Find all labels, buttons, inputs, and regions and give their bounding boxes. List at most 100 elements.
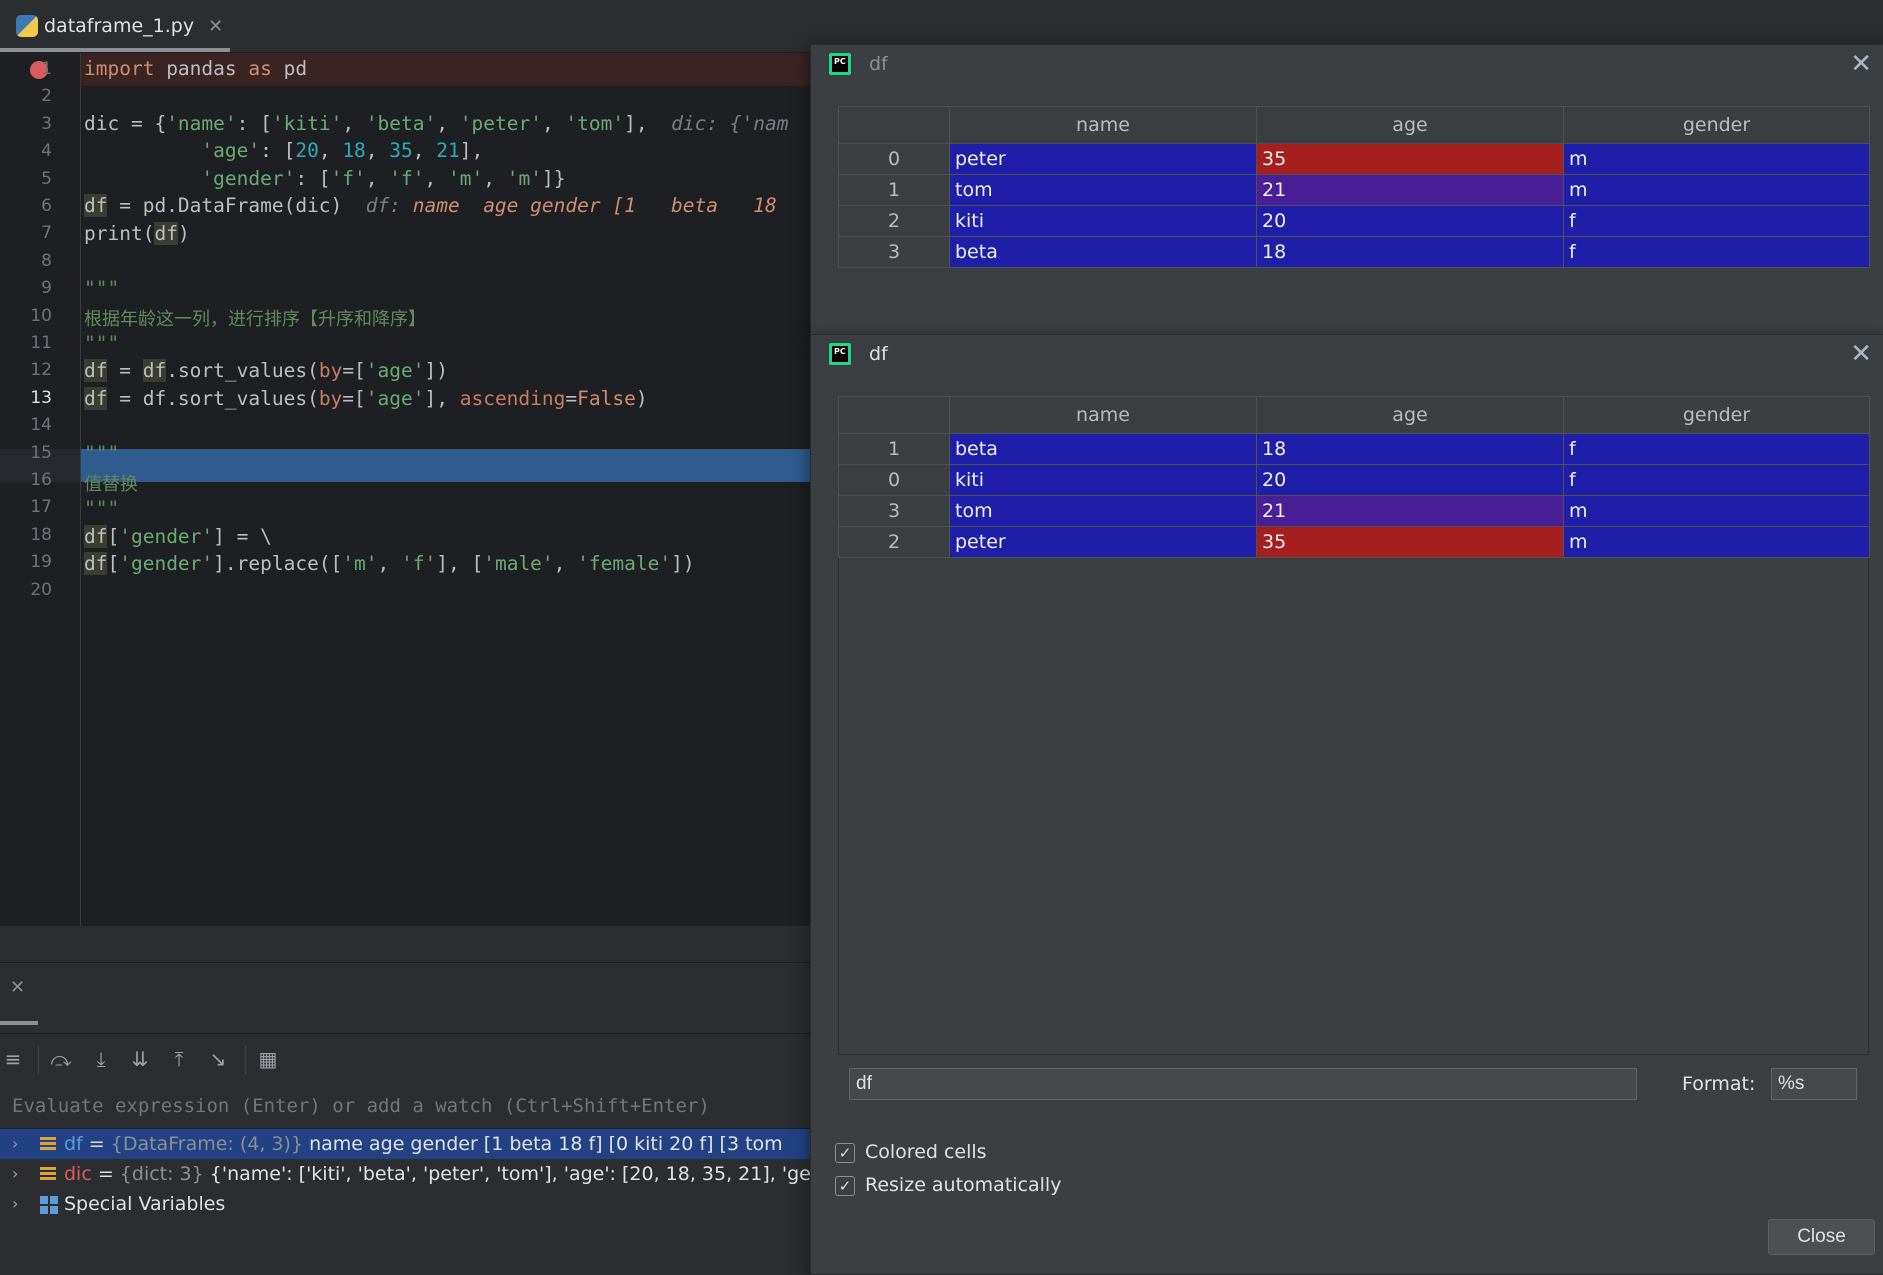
row-index[interactable]: 1	[838, 174, 950, 206]
step-into-my-code-icon[interactable]: ⇊	[127, 1046, 153, 1072]
row-index[interactable]: 3	[838, 495, 950, 527]
cell-gender[interactable]: f	[1563, 205, 1870, 237]
column-header[interactable]: gender	[1563, 396, 1870, 434]
dataframe-viewer-dialog: PC df ✕ name age gender 1 beta 18 f 0 kiti 20 f…	[810, 334, 1883, 1275]
close-icon[interactable]: ✕	[208, 16, 223, 37]
cell-gender[interactable]: m	[1563, 174, 1870, 206]
chevron-right-icon[interactable]: ›	[12, 1189, 18, 1219]
table-row[interactable]: 3 tom 21 m	[838, 495, 1870, 527]
cell-name[interactable]: peter	[949, 526, 1257, 558]
cell-age[interactable]: 35	[1256, 526, 1564, 558]
cell-age[interactable]: 21	[1256, 174, 1564, 206]
row-index[interactable]: 3	[838, 236, 950, 268]
column-header[interactable]: gender	[1563, 106, 1870, 144]
debug-tab-indicator	[0, 1021, 38, 1025]
table-row[interactable]: 0 peter 35 m	[838, 143, 1870, 175]
table-row[interactable]: 2 peter 35 m	[838, 526, 1870, 558]
format-label: Format:	[1682, 1073, 1756, 1095]
layout-icon[interactable]: ≡	[0, 1046, 26, 1072]
variable-row-special[interactable]: › Special Variables	[0, 1189, 810, 1219]
table-header-row: name age gender	[838, 106, 1870, 144]
expression-input[interactable]	[849, 1068, 1637, 1100]
step-over-icon[interactable]: ⤼	[48, 1046, 74, 1072]
cell-age[interactable]: 20	[1256, 205, 1564, 237]
close-button[interactable]: Close	[1768, 1219, 1875, 1255]
dataframe-table[interactable]: name age gender 1 beta 18 f 0 kiti 20 f 3 tom 21 m 2…	[838, 396, 1870, 558]
inline-hint-df-label: df:	[365, 194, 401, 217]
tab-dataframe-1[interactable]: dataframe_1.py ✕	[0, 0, 230, 52]
column-header[interactable]: name	[949, 106, 1257, 144]
variable-text: dic = {dict: 3} {'name': ['kiti', 'beta'…	[64, 1159, 810, 1189]
evaluate-expression-icon[interactable]: ▦	[255, 1046, 281, 1072]
variable-value: {'name': ['kiti', 'beta', 'peter', 'tom'…	[209, 1163, 810, 1185]
step-into-icon[interactable]: ⤓	[88, 1046, 114, 1072]
close-icon[interactable]: ✕	[10, 977, 25, 998]
cell-name[interactable]: beta	[949, 236, 1257, 268]
cell-name[interactable]: kiti	[949, 205, 1257, 237]
table-row[interactable]: 2 kiti 20 f	[838, 205, 1870, 237]
table-header-row: name age gender	[838, 396, 1870, 434]
cell-age[interactable]: 18	[1256, 433, 1564, 465]
chevron-right-icon[interactable]: ›	[12, 1159, 18, 1189]
cell-gender[interactable]: m	[1563, 526, 1870, 558]
debug-panel: ✕ ≡ ⤼ ⤓ ⇊ ⤒ ↘ ▦ › df = {DataFrame: (4, 3…	[0, 962, 810, 1274]
row-index[interactable]: 0	[838, 143, 950, 175]
cell-gender[interactable]: f	[1563, 464, 1870, 496]
column-header[interactable]: age	[1256, 396, 1564, 434]
run-to-cursor-icon[interactable]: ↘	[205, 1046, 231, 1072]
debug-toolbar: ≡ ⤼ ⤓ ⇊ ⤒ ↘ ▦	[0, 1033, 810, 1085]
code-line-11: """	[84, 332, 120, 355]
dataframe-icon	[40, 1137, 56, 1151]
line-number: 11	[30, 333, 52, 353]
line-number: 14	[30, 415, 52, 436]
code-editor[interactable]: 1 2 3 4 5 6 7 8 9 10 11 12 13 14 15 16 17 18 19 20 import p…	[0, 53, 810, 926]
line-number: 8	[41, 250, 52, 271]
cell-name[interactable]: peter	[949, 143, 1257, 175]
python-file-icon	[16, 15, 38, 37]
cell-age[interactable]: 20	[1256, 464, 1564, 496]
row-index[interactable]: 1	[838, 433, 950, 465]
line-number: 4	[41, 141, 52, 162]
table-row[interactable]: 1 tom 21 m	[838, 174, 1870, 206]
table-row[interactable]: 0 kiti 20 f	[838, 464, 1870, 496]
column-header[interactable]: name	[949, 396, 1257, 434]
variable-row-df[interactable]: › df = {DataFrame: (4, 3)} name age gend…	[0, 1129, 810, 1159]
cell-age[interactable]: 18	[1256, 236, 1564, 268]
cell-age[interactable]: 21	[1256, 495, 1564, 527]
line-number: 17	[30, 497, 52, 518]
step-out-icon[interactable]: ⤒	[166, 1046, 192, 1072]
colored-cells-checkbox[interactable]: ✓	[835, 1143, 855, 1163]
column-header[interactable]: age	[1256, 106, 1564, 144]
line-number: 3	[41, 113, 52, 134]
row-index[interactable]: 0	[838, 464, 950, 496]
cell-name[interactable]: beta	[949, 433, 1257, 465]
variable-name: df	[64, 1133, 83, 1155]
format-input[interactable]	[1771, 1068, 1857, 1100]
cell-name[interactable]: kiti	[949, 464, 1257, 496]
line-number: 12	[30, 360, 52, 381]
cell-name[interactable]: tom	[949, 174, 1257, 206]
cell-gender[interactable]: m	[1563, 143, 1870, 175]
cell-gender[interactable]: f	[1563, 236, 1870, 268]
close-icon[interactable]: ✕	[1850, 339, 1872, 369]
cell-name[interactable]: tom	[949, 495, 1257, 527]
dataframe-table[interactable]: name age gender 0 peter 35 m 1 tom 21 m 2 kiti 20 f…	[838, 106, 1870, 268]
row-index[interactable]: 2	[838, 205, 950, 237]
line-number: 1	[41, 59, 52, 79]
close-icon[interactable]: ✕	[1850, 49, 1872, 79]
resize-automatically-checkbox[interactable]: ✓	[835, 1176, 855, 1196]
cell-gender[interactable]: f	[1563, 433, 1870, 465]
cell-age[interactable]: 35	[1256, 143, 1564, 175]
line-number: 18	[30, 524, 52, 545]
row-index[interactable]: 2	[838, 526, 950, 558]
evaluate-expression-input[interactable]	[12, 1094, 802, 1118]
line-number-gutter[interactable]: 1 2 3 4 5 6 7 8 9 10 11 12 13 14 15 16 17 18 19 20	[0, 53, 81, 926]
code-line-15: """	[84, 442, 120, 465]
cell-gender[interactable]: m	[1563, 495, 1870, 527]
variable-row-dic[interactable]: › dic = {dict: 3} {'name': ['kiti', 'bet…	[0, 1159, 810, 1189]
current-line-highlight	[80, 449, 810, 482]
chevron-right-icon[interactable]: ›	[12, 1129, 18, 1159]
table-row[interactable]: 3 beta 18 f	[838, 236, 1870, 268]
table-row[interactable]: 1 beta 18 f	[838, 433, 1870, 465]
variable-name: dic	[64, 1163, 92, 1185]
